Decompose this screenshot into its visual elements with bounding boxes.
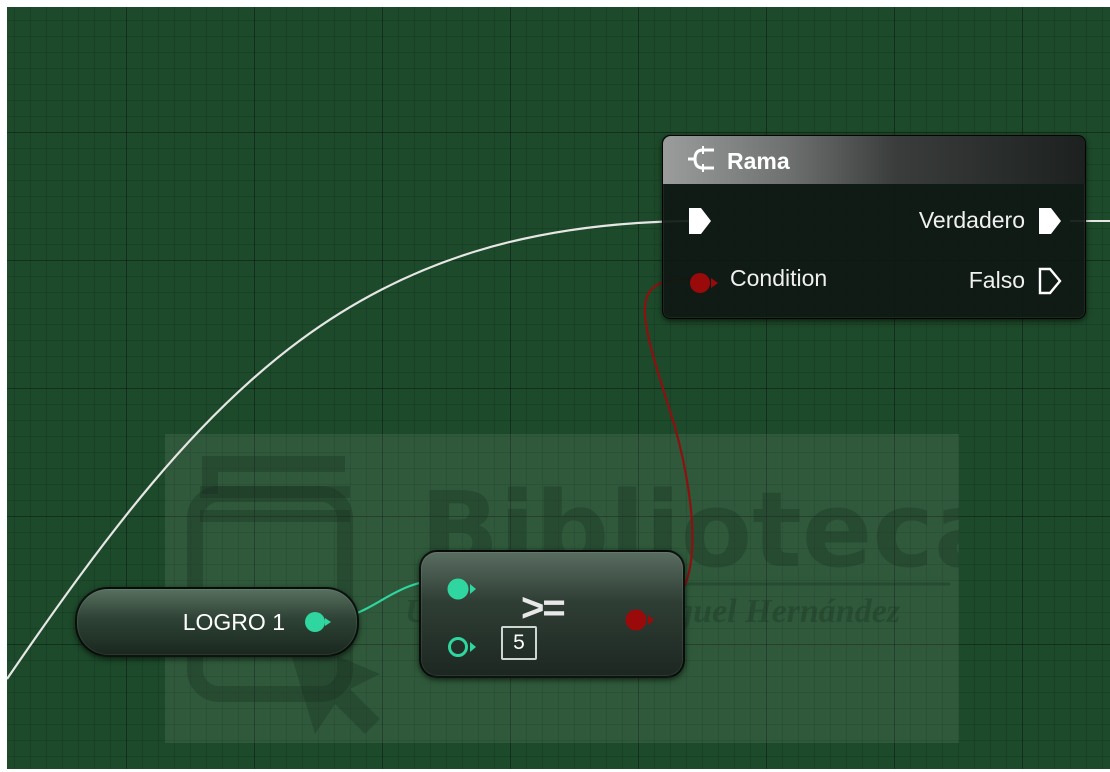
false-pin-label: Falso <box>968 267 1025 293</box>
variable-node-label: LOGRO 1 <box>182 609 285 635</box>
branch-node-title: Rama <box>727 148 790 174</box>
compare-b-value-field[interactable]: 5 <box>501 626 537 660</box>
condition-input-pin[interactable] <box>687 271 721 295</box>
condition-pin-label: Condition <box>730 265 828 291</box>
true-output-pin[interactable] <box>1037 206 1063 236</box>
blueprint-graph-canvas[interactable]: Biblioteca UNIVERSITAS Miguel Hernández … <box>7 7 1110 769</box>
branch-node[interactable]: Rama Condition Verdadero Falso <box>662 135 1086 319</box>
false-output-pin[interactable] <box>1037 266 1063 296</box>
variable-node-logro-1[interactable]: LOGRO 1 <box>75 587 359 657</box>
branch-icon <box>688 146 714 172</box>
variable-output-pin[interactable] <box>303 610 333 634</box>
exec-input-pin[interactable] <box>687 206 713 236</box>
branch-node-header[interactable]: Rama <box>663 136 1085 184</box>
compare-output-pin[interactable] <box>623 607 657 633</box>
true-pin-label: Verdadero <box>918 207 1025 233</box>
compare-greater-equal-node[interactable]: 5 >= <box>419 550 685 678</box>
compare-b-input-pin[interactable] <box>445 634 479 660</box>
compare-a-input-pin[interactable] <box>445 576 479 602</box>
compare-operator-label: >= <box>521 586 566 630</box>
